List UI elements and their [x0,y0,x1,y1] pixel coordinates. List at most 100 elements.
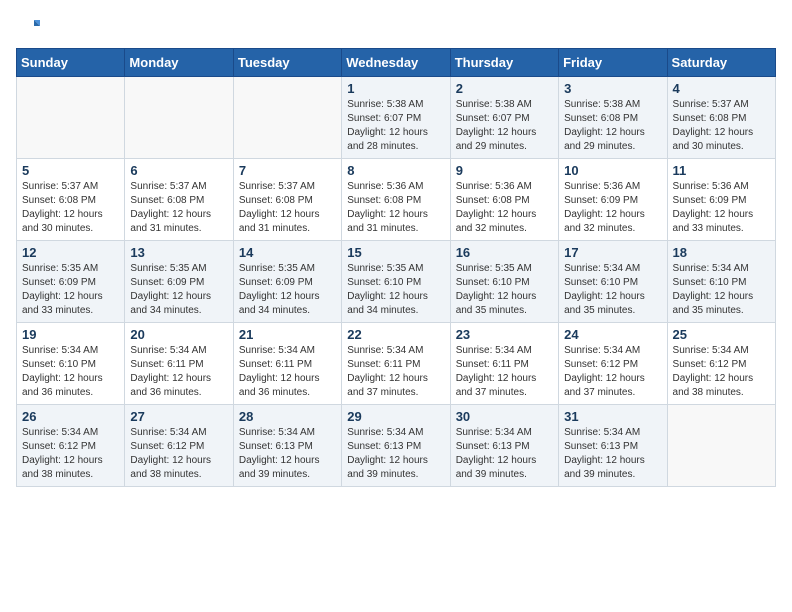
calendar-week-1: 1Sunrise: 5:38 AM Sunset: 6:07 PM Daylig… [17,77,776,159]
day-info: Sunrise: 5:36 AM Sunset: 6:08 PM Dayligh… [456,180,553,236]
calendar-cell [667,405,775,487]
calendar-week-3: 12 Sunrise: 5:35 AM Sunset: 6:09 PM Dayli… [17,241,776,323]
calendar-cell: 17 Sunrise: 5:34 AM Sunset: 6:10 PM Dayli… [559,241,667,323]
calendar-cell: 24Sunrise: 5:34 AM Sunset: 6:12 PM Dayli… [559,323,667,405]
day-number: 12 [22,245,119,260]
weekday-header-sunday: Sunday [17,49,125,77]
day-number: 19 [22,327,119,342]
calendar-week-4: 19 Sunrise: 5:34 AM Sunset: 6:10 PM Dayli… [17,323,776,405]
calendar-cell: 8 Sunrise: 5:36 AM Sunset: 6:08 PM Daylig… [342,159,450,241]
day-number: 9 [456,163,553,178]
calendar-week-2: 5 Sunrise: 5:37 AM Sunset: 6:08 PM Daylig… [17,159,776,241]
day-info: Sunrise: 5:34 AM Sunset: 6:13 PM Dayligh… [239,426,336,482]
weekday-header-saturday: Saturday [667,49,775,77]
page-header [16,16,776,40]
day-number: 17 [564,245,661,260]
day-info: Sunrise: 5:34 AM Sunset: 6:12 PM Dayligh… [22,426,119,482]
day-number: 6 [130,163,227,178]
day-info: Sunrise: 5:34 AM Sunset: 6:10 PM Dayligh… [564,262,661,318]
day-number: 25 [673,327,770,342]
day-info: Sunrise: 5:37 AM Sunset: 6:08 PM Dayligh… [22,180,119,236]
day-number: 26 [22,409,119,424]
day-info: Sunrise: 5:34 AM Sunset: 6:12 PM Dayligh… [130,426,227,482]
day-info: Sunrise: 5:34 AM Sunset: 6:13 PM Dayligh… [456,426,553,482]
calendar-cell: 26 Sunrise: 5:34 AM Sunset: 6:12 PM Dayli… [17,405,125,487]
day-info: Sunrise: 5:36 AM Sunset: 6:09 PM Dayligh… [673,180,770,236]
calendar-cell: 12 Sunrise: 5:35 AM Sunset: 6:09 PM Dayli… [17,241,125,323]
weekday-header-wednesday: Wednesday [342,49,450,77]
calendar-table: SundayMondayTuesdayWednesdayThursdayFrid… [16,48,776,487]
calendar-cell: 7 Sunrise: 5:37 AM Sunset: 6:08 PM Daylig… [233,159,341,241]
calendar-cell: 25 Sunrise: 5:34 AM Sunset: 6:12 PM Dayli… [667,323,775,405]
day-number: 31 [564,409,661,424]
day-info: Sunrise: 5:34 AM Sunset: 6:11 PM Dayligh… [347,344,444,400]
calendar-cell: 2 Sunrise: 5:38 AM Sunset: 6:07 PM Daylig… [450,77,558,159]
day-number: 18 [673,245,770,260]
day-number: 28 [239,409,336,424]
day-info: Sunrise: 5:38 AM Sunset: 6:08 PM Dayligh… [564,98,661,154]
calendar-cell: 13 Sunrise: 5:35 AM Sunset: 6:09 PM Dayli… [125,241,233,323]
day-number: 11 [673,163,770,178]
day-number: 22 [347,327,444,342]
day-number: 21 [239,327,336,342]
calendar-cell: 6 Sunrise: 5:37 AM Sunset: 6:08 PM Daylig… [125,159,233,241]
day-info: Sunrise: 5:38 AM Sunset: 6:07 PM Dayligh… [456,98,553,154]
day-number: 15 [347,245,444,260]
calendar-cell [125,77,233,159]
day-info: Sunrise: 5:36 AM Sunset: 6:08 PM Dayligh… [347,180,444,236]
day-info: Sunrise: 5:38 AM Sunset: 6:07 PM Dayligh… [347,98,444,154]
day-number: 5 [22,163,119,178]
calendar-cell: 14 Sunrise: 5:35 AM Sunset: 6:09 PM Dayli… [233,241,341,323]
day-info: Sunrise: 5:34 AM Sunset: 6:11 PM Dayligh… [456,344,553,400]
day-info: Sunrise: 5:35 AM Sunset: 6:09 PM Dayligh… [130,262,227,318]
day-info: Sunrise: 5:35 AM Sunset: 6:10 PM Dayligh… [347,262,444,318]
calendar-cell: 31 Sunrise: 5:34 AM Sunset: 6:13 PM Dayli… [559,405,667,487]
calendar-cell: 11 Sunrise: 5:36 AM Sunset: 6:09 PM Dayli… [667,159,775,241]
logo [16,16,44,40]
logo-icon [16,16,40,40]
day-info: Sunrise: 5:34 AM Sunset: 6:12 PM Dayligh… [673,344,770,400]
day-info: Sunrise: 5:34 AM Sunset: 6:13 PM Dayligh… [564,426,661,482]
calendar-cell: 19 Sunrise: 5:34 AM Sunset: 6:10 PM Dayli… [17,323,125,405]
calendar-cell: 29Sunrise: 5:34 AM Sunset: 6:13 PM Dayli… [342,405,450,487]
day-number: 4 [673,81,770,96]
day-number: 14 [239,245,336,260]
calendar-cell: 21Sunrise: 5:34 AM Sunset: 6:11 PM Dayli… [233,323,341,405]
day-number: 8 [347,163,444,178]
calendar-cell: 18Sunrise: 5:34 AM Sunset: 6:10 PM Dayli… [667,241,775,323]
day-number: 16 [456,245,553,260]
day-info: Sunrise: 5:37 AM Sunset: 6:08 PM Dayligh… [239,180,336,236]
day-info: Sunrise: 5:34 AM Sunset: 6:11 PM Dayligh… [130,344,227,400]
calendar-cell: 16Sunrise: 5:35 AM Sunset: 6:10 PM Dayli… [450,241,558,323]
calendar-cell: 20Sunrise: 5:34 AM Sunset: 6:11 PM Dayli… [125,323,233,405]
calendar-cell: 1Sunrise: 5:38 AM Sunset: 6:07 PM Daylig… [342,77,450,159]
day-number: 23 [456,327,553,342]
calendar-cell [17,77,125,159]
calendar-cell: 23 Sunrise: 5:34 AM Sunset: 6:11 PM Dayli… [450,323,558,405]
weekday-header-thursday: Thursday [450,49,558,77]
day-info: Sunrise: 5:36 AM Sunset: 6:09 PM Dayligh… [564,180,661,236]
day-number: 2 [456,81,553,96]
weekday-header-monday: Monday [125,49,233,77]
calendar-cell: 27Sunrise: 5:34 AM Sunset: 6:12 PM Dayli… [125,405,233,487]
day-number: 7 [239,163,336,178]
calendar-cell: 4 Sunrise: 5:37 AM Sunset: 6:08 PM Daylig… [667,77,775,159]
day-info: Sunrise: 5:35 AM Sunset: 6:09 PM Dayligh… [239,262,336,318]
calendar-cell: 15 Sunrise: 5:35 AM Sunset: 6:10 PM Dayli… [342,241,450,323]
day-info: Sunrise: 5:34 AM Sunset: 6:10 PM Dayligh… [22,344,119,400]
calendar-cell [233,77,341,159]
day-info: Sunrise: 5:35 AM Sunset: 6:09 PM Dayligh… [22,262,119,318]
day-number: 30 [456,409,553,424]
day-info: Sunrise: 5:37 AM Sunset: 6:08 PM Dayligh… [673,98,770,154]
calendar-week-5: 26 Sunrise: 5:34 AM Sunset: 6:12 PM Dayli… [17,405,776,487]
calendar-cell: 28 Sunrise: 5:34 AM Sunset: 6:13 PM Dayli… [233,405,341,487]
day-number: 10 [564,163,661,178]
calendar-cell: 10 Sunrise: 5:36 AM Sunset: 6:09 PM Dayli… [559,159,667,241]
day-info: Sunrise: 5:37 AM Sunset: 6:08 PM Dayligh… [130,180,227,236]
calendar-cell: 9 Sunrise: 5:36 AM Sunset: 6:08 PM Daylig… [450,159,558,241]
day-number: 24 [564,327,661,342]
calendar-cell: 5 Sunrise: 5:37 AM Sunset: 6:08 PM Daylig… [17,159,125,241]
day-number: 13 [130,245,227,260]
weekday-header-row: SundayMondayTuesdayWednesdayThursdayFrid… [17,49,776,77]
weekday-header-friday: Friday [559,49,667,77]
